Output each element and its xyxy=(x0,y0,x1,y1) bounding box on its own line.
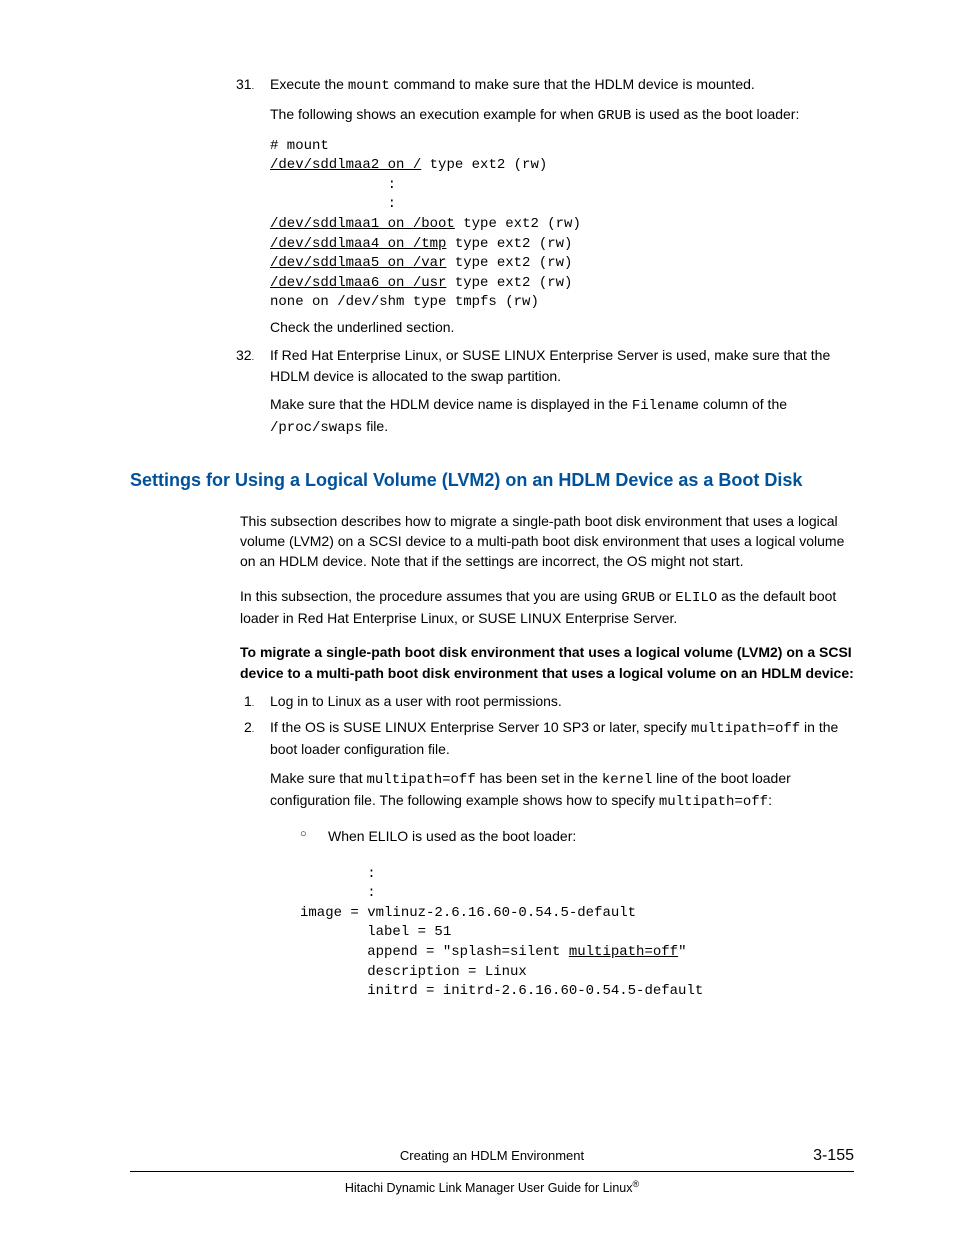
step-2: 2. If the OS is SUSE LINUX Enterprise Se… xyxy=(240,717,854,1002)
ordered-steps-lower: 1. Log in to Linux as a user with root p… xyxy=(240,691,854,1002)
intro-para1: This subsection describes how to migrate… xyxy=(240,511,854,572)
procedure-heading: To migrate a single-path boot disk envir… xyxy=(240,642,854,683)
step-31-para2: The following shows an execution example… xyxy=(270,104,854,126)
sublist-elilo: When ELILO is used as the boot loader: xyxy=(300,826,854,846)
check-underlined: Check the underlined section. xyxy=(270,317,854,337)
page-footer: Creating an HDLM Environment 3-155 Hitac… xyxy=(130,1147,854,1197)
step-1: 1. Log in to Linux as a user with root p… xyxy=(240,691,854,711)
footer-guide-title: Hitachi Dynamic Link Manager User Guide … xyxy=(130,1178,854,1197)
step-31-text: Execute the mount command to make sure t… xyxy=(270,74,854,96)
content-block: 31. Execute the mount command to make su… xyxy=(240,74,854,438)
registered-icon: ® xyxy=(632,1179,639,1189)
elilo-config-code: : : image = vmlinuz-2.6.16.60-0.54.5-def… xyxy=(300,865,854,1002)
intro-para2: In this subsection, the procedure assume… xyxy=(240,586,854,629)
grub-text: GRUB xyxy=(598,108,632,124)
section-body: This subsection describes how to migrate… xyxy=(240,511,854,1002)
ordered-steps-upper: 31. Execute the mount command to make su… xyxy=(240,74,854,438)
footer-section-title: Creating an HDLM Environment xyxy=(130,1147,854,1166)
step-number: 2. xyxy=(244,717,254,737)
section-heading: Settings for Using a Logical Volume (LVM… xyxy=(130,468,854,492)
sublist: When ELILO is used as the boot loader: xyxy=(300,826,854,846)
mount-output-code: # mount /dev/sddlmaa2 on / type ext2 (rw… xyxy=(270,137,854,313)
step-number: 32. xyxy=(236,345,254,365)
step-number: 31. xyxy=(236,74,254,94)
step-number: 1. xyxy=(244,691,254,711)
step-1-text: Log in to Linux as a user with root perm… xyxy=(270,693,562,709)
footer-page-number: 3-155 xyxy=(813,1144,854,1167)
page: 31. Execute the mount command to make su… xyxy=(0,0,954,1235)
step-31: 31. Execute the mount command to make su… xyxy=(240,74,854,337)
step-32: 32. If Red Hat Enterprise Linux, or SUSE… xyxy=(240,345,854,438)
step-2-p2: Make sure that multipath=off has been se… xyxy=(270,768,854,813)
step-32-p1: If Red Hat Enterprise Linux, or SUSE LIN… xyxy=(270,345,854,386)
mount-cmd: mount xyxy=(348,78,390,94)
step-2-p1: If the OS is SUSE LINUX Enterprise Serve… xyxy=(270,717,854,760)
step-32-p2: Make sure that the HDLM device name is d… xyxy=(270,394,854,439)
